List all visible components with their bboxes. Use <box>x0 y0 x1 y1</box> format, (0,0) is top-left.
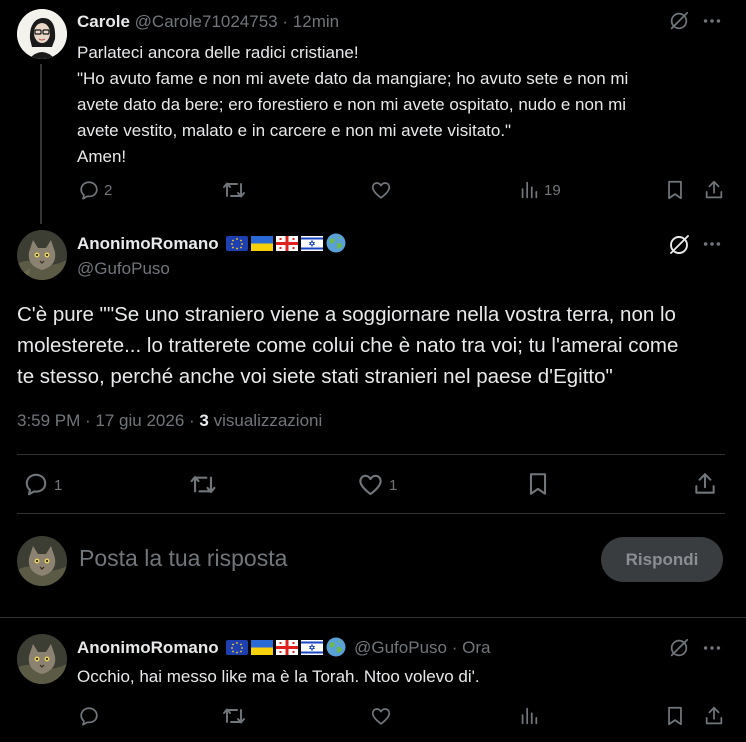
share-icon[interactable] <box>692 471 718 497</box>
eu-flag-icon <box>226 236 249 251</box>
views-icon[interactable] <box>518 705 540 727</box>
more-icon[interactable] <box>701 10 723 32</box>
tweet-meta: 3:59 PM · 17 giu 2026 · 3 visualizzazion… <box>17 411 322 431</box>
divider <box>17 454 725 455</box>
thread-line <box>40 64 42 224</box>
georgia-flag-icon <box>276 236 299 251</box>
dot-separator: · <box>451 638 458 657</box>
reply-count: 2 <box>104 182 113 199</box>
author-handle[interactable]: @Carole71024753 <box>135 12 278 31</box>
author-handle[interactable]: @GufoPuso <box>77 259 170 279</box>
reply-icon[interactable] <box>78 705 100 727</box>
grok-icon[interactable] <box>668 637 690 659</box>
globe-icon <box>326 233 346 253</box>
more-icon[interactable] <box>701 233 723 255</box>
like-count: 1 <box>389 477 398 494</box>
tweet-line: Parlateci ancora delle radici cristiane! <box>77 43 359 62</box>
bookmark-icon[interactable] <box>525 471 551 497</box>
repost-icon[interactable] <box>189 472 217 497</box>
views-icon[interactable] <box>518 179 540 201</box>
tweet-line: Amen! <box>77 147 127 166</box>
reply-icon[interactable] <box>78 179 100 201</box>
divider <box>17 513 725 514</box>
tweet-line: te stesso, perché anche voi siete stati … <box>17 365 613 388</box>
reply-button[interactable]: Rispondi <box>601 537 723 582</box>
like-icon[interactable] <box>370 705 392 727</box>
bookmark-icon[interactable] <box>664 179 686 201</box>
israel-flag-icon <box>301 640 324 655</box>
like-icon[interactable] <box>370 179 392 201</box>
like-icon[interactable] <box>357 471 384 498</box>
grok-icon[interactable] <box>667 233 691 257</box>
bookmark-icon[interactable] <box>664 705 686 727</box>
tweet-header: Carole @Carole71024753 · 12min <box>77 12 339 32</box>
author-name[interactable]: AnonimoRomano <box>77 638 219 657</box>
author-name[interactable]: Carole <box>77 12 130 31</box>
author-name[interactable]: AnonimoRomano <box>77 234 219 253</box>
tweet-header: AnonimoRomano @GufoPuso · Ora <box>77 637 490 658</box>
author-handle[interactable]: @GufoPuso <box>354 638 447 657</box>
tweet-text: Occhio, hai messo like ma è la Torah. Nt… <box>77 667 480 686</box>
tweet-line: avete dato da bere; ero forestiero e non… <box>77 95 627 114</box>
reply-input[interactable]: Posta la tua risposta <box>79 545 579 577</box>
share-icon[interactable] <box>703 179 725 201</box>
avatar-anonimoromano[interactable] <box>17 230 67 280</box>
reply-count: 1 <box>54 477 63 494</box>
ukraine-flag-icon <box>251 640 274 655</box>
georgia-flag-icon <box>276 640 299 655</box>
composer-avatar <box>17 536 67 586</box>
tweet-line: molesterete... lo tratterete come colui … <box>17 334 679 357</box>
dot-separator: · <box>282 12 289 31</box>
ukraine-flag-icon <box>251 236 274 251</box>
share-icon[interactable] <box>703 705 725 727</box>
views-count: 3 <box>199 411 209 430</box>
timestamp[interactable]: 12min <box>293 12 339 31</box>
views-label: visualizzazioni <box>213 411 323 430</box>
tweet-text: C'è pure ""Se uno straniero viene a sogg… <box>17 299 678 392</box>
tweet-header: AnonimoRomano <box>77 233 349 254</box>
tweet-text: Parlateci ancora delle radici cristiane!… <box>77 40 628 170</box>
tweet-timestamp[interactable]: 3:59 PM · 17 giu 2026 · <box>17 411 195 430</box>
eu-flag-icon <box>226 640 249 655</box>
repost-icon[interactable] <box>222 705 246 727</box>
repost-icon[interactable] <box>222 179 246 201</box>
tweet-line: C'è pure ""Se uno straniero viene a sogg… <box>17 303 676 326</box>
tweet-line: "Ho avuto fame e non mi avete dato da ma… <box>77 69 629 88</box>
divider <box>0 617 746 618</box>
tweet-line: avete vestito, malato e in carcere e non… <box>77 121 512 140</box>
grok-icon[interactable] <box>668 10 690 32</box>
views-count: 19 <box>544 182 561 199</box>
reply-icon[interactable] <box>23 471 49 497</box>
avatar-anonimoromano[interactable] <box>17 634 67 684</box>
timestamp[interactable]: Ora <box>462 638 490 657</box>
avatar-carole[interactable] <box>17 9 67 59</box>
more-icon[interactable] <box>701 637 723 659</box>
israel-flag-icon <box>301 236 324 251</box>
globe-icon <box>326 637 346 657</box>
